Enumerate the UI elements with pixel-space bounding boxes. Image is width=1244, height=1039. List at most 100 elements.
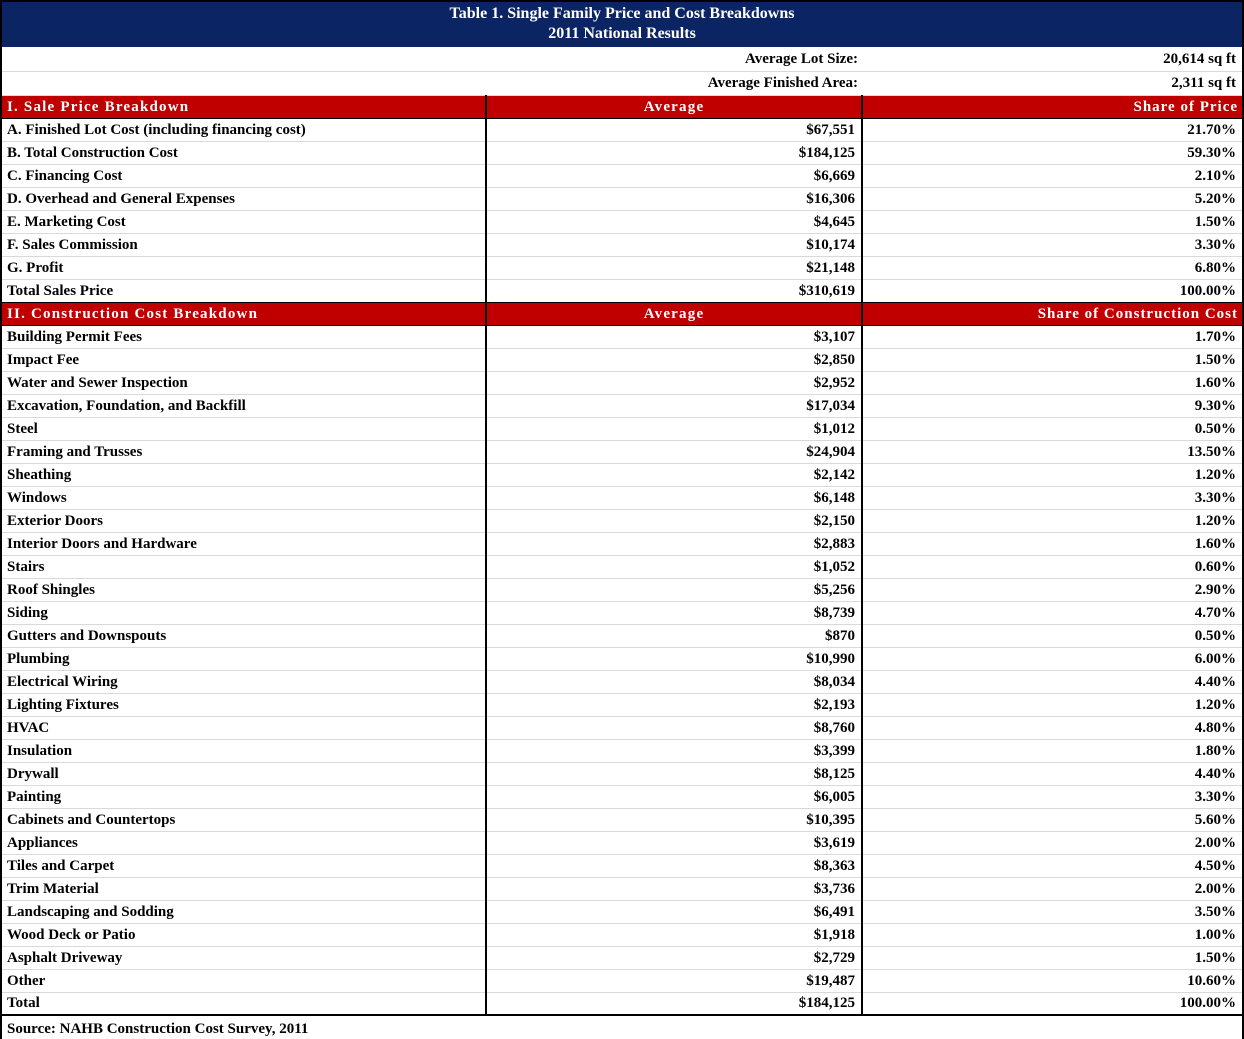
row-label: E. Marketing Cost [2, 210, 486, 234]
table-row: A. Finished Lot Cost (including financin… [2, 118, 1243, 142]
row-share: 1.50% [860, 946, 1243, 970]
table-row: HVAC $8,760 4.80% [2, 716, 1243, 740]
row-share: 1.70% [860, 325, 1243, 349]
row-share: 21.70% [860, 118, 1243, 142]
row-label: Water and Sewer Inspection [2, 371, 486, 395]
row-share: 4.40% [860, 670, 1243, 694]
table-row: Lighting Fixtures $2,193 1.20% [2, 693, 1243, 717]
row-share: 5.60% [860, 808, 1243, 832]
row-average: $16,306 [485, 187, 862, 211]
row-label: Painting [2, 785, 486, 809]
section1-share-header: Share of Price [860, 94, 1243, 119]
row-average: $6,148 [485, 486, 862, 510]
row-share: 3.30% [860, 233, 1243, 257]
price-cost-breakdown-table: Table 1. Single Family Price and Cost Br… [0, 0, 1244, 1039]
source-row: Source: NAHB Construction Cost Survey, 2… [2, 1014, 1243, 1039]
table-row: Electrical Wiring $8,034 4.40% [2, 670, 1243, 694]
table-page: Table 1. Single Family Price and Cost Br… [0, 0, 1244, 1039]
row-label: Electrical Wiring [2, 670, 486, 694]
row-average: $2,883 [485, 532, 862, 556]
table-row: Windows $6,148 3.30% [2, 486, 1243, 510]
row-share: 4.50% [860, 854, 1243, 878]
row-average: $184,125 [485, 141, 862, 165]
table-row: Plumbing $10,990 6.00% [2, 647, 1243, 671]
row-label: Exterior Doors [2, 509, 486, 533]
row-share: 1.60% [860, 532, 1243, 556]
row-share: 3.30% [860, 785, 1243, 809]
row-average: $2,150 [485, 509, 862, 533]
row-share: 0.50% [860, 417, 1243, 441]
main-table: Table 1. Single Family Price and Cost Br… [2, 2, 1243, 1039]
table-row: B. Total Construction Cost $184,125 59.3… [2, 141, 1243, 165]
table-row: Drywall $8,125 4.40% [2, 762, 1243, 786]
row-label: Appliances [2, 831, 486, 855]
row-share: 5.20% [860, 187, 1243, 211]
row-average: $6,669 [485, 164, 862, 188]
section1-average-header: Average [485, 94, 862, 119]
row-share: 100.00% [860, 992, 1243, 1016]
row-share: 2.10% [860, 164, 1243, 188]
row-share: 1.20% [860, 463, 1243, 487]
table-row: Stairs $1,052 0.60% [2, 555, 1243, 579]
row-share: 2.90% [860, 578, 1243, 602]
row-share: 1.50% [860, 210, 1243, 234]
row-label: Total [2, 992, 486, 1016]
table-row: Roof Shingles $5,256 2.90% [2, 578, 1243, 602]
table-row: Impact Fee $2,850 1.50% [2, 348, 1243, 372]
table-row: Interior Doors and Hardware $2,883 1.60% [2, 532, 1243, 556]
row-average: $2,952 [485, 371, 862, 395]
table-row: Landscaping and Sodding $6,491 3.50% [2, 900, 1243, 924]
row-average: $6,005 [485, 785, 862, 809]
row-share: 3.30% [860, 486, 1243, 510]
table-row-total-construction-cost: Total $184,125 100.00% [2, 992, 1243, 1016]
summary-row-finished-area: Average Finished Area: 2,311 sq ft [2, 71, 1243, 96]
table-row: Cabinets and Countertops $10,395 5.60% [2, 808, 1243, 832]
row-average: $8,125 [485, 762, 862, 786]
row-label: Stairs [2, 555, 486, 579]
table-row: Tiles and Carpet $8,363 4.50% [2, 854, 1243, 878]
row-label: Trim Material [2, 877, 486, 901]
table-row: Wood Deck or Patio $1,918 1.00% [2, 923, 1243, 947]
row-average: $8,760 [485, 716, 862, 740]
row-label: Sheathing [2, 463, 486, 487]
row-average: $10,395 [485, 808, 862, 832]
table-row: Excavation, Foundation, and Backfill $17… [2, 394, 1243, 418]
section-header-sale-price: I. Sale Price Breakdown Average Share of… [2, 94, 1243, 119]
summary-value-finished-area: 2,311 sq ft [862, 71, 1243, 96]
row-label: B. Total Construction Cost [2, 141, 486, 165]
row-label: Windows [2, 486, 486, 510]
row-share: 0.60% [860, 555, 1243, 579]
row-share: 59.30% [860, 141, 1243, 165]
summary-label-lot-size: Average Lot Size: [2, 47, 862, 72]
row-average: $8,034 [485, 670, 862, 694]
title-line-1: Table 1. Single Family Price and Cost Br… [449, 5, 795, 22]
table-row: D. Overhead and General Expenses $16,306… [2, 187, 1243, 211]
row-label: F. Sales Commission [2, 233, 486, 257]
row-average: $1,012 [485, 417, 862, 441]
row-average: $2,142 [485, 463, 862, 487]
table-row: G. Profit $21,148 6.80% [2, 256, 1243, 280]
row-label: Gutters and Downspouts [2, 624, 486, 648]
table-title: Table 1. Single Family Price and Cost Br… [2, 2, 1243, 47]
table-row: Exterior Doors $2,150 1.20% [2, 509, 1243, 533]
row-share: 1.00% [860, 923, 1243, 947]
row-average: $1,918 [485, 923, 862, 947]
row-label: Tiles and Carpet [2, 854, 486, 878]
table-row: Water and Sewer Inspection $2,952 1.60% [2, 371, 1243, 395]
summary-row-lot-size: Average Lot Size: 20,614 sq ft [2, 47, 1243, 72]
row-average: $310,619 [485, 279, 862, 302]
row-share: 4.40% [860, 762, 1243, 786]
table-row: Other $19,487 10.60% [2, 969, 1243, 993]
row-average: $3,107 [485, 325, 862, 349]
table-row: Painting $6,005 3.30% [2, 785, 1243, 809]
row-label: Total Sales Price [7, 282, 114, 299]
row-average: $21,148 [485, 256, 862, 280]
row-share: 1.50% [860, 348, 1243, 372]
table-row: Asphalt Driveway $2,729 1.50% [2, 946, 1243, 970]
row-share: 4.70% [860, 601, 1243, 625]
row-label: HVAC [2, 716, 486, 740]
title-line-2: 2011 National Results [548, 25, 696, 42]
row-average: $870 [485, 624, 862, 648]
row-label: Excavation, Foundation, and Backfill [2, 394, 486, 418]
row-average: $8,739 [485, 601, 862, 625]
